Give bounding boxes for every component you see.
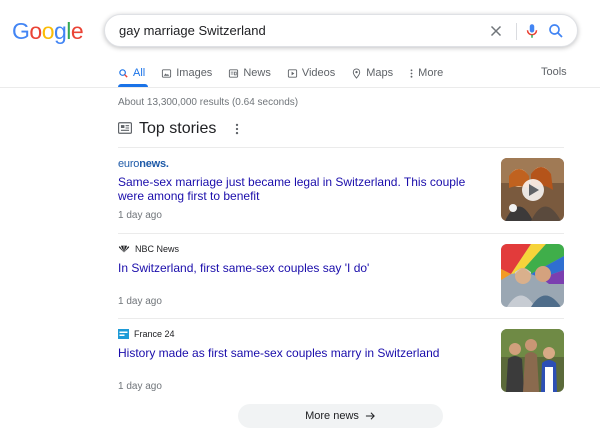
story-divider — [118, 147, 564, 148]
news-icon — [229, 68, 239, 78]
result-stats: About 13,300,000 results (0.64 seconds) — [118, 97, 299, 108]
microphone-icon[interactable] — [523, 22, 541, 40]
tab-label: Maps — [366, 67, 394, 79]
story-age: 1 day ago — [118, 296, 162, 307]
image-icon — [162, 68, 172, 78]
tab-label: News — [243, 67, 271, 79]
story-source: NBC News — [118, 244, 179, 254]
arrow-right-icon — [365, 412, 375, 420]
story-source: euronews. — [118, 158, 169, 170]
france24-icon — [118, 329, 129, 339]
tab-maps[interactable]: Maps — [351, 64, 393, 82]
search-icon[interactable] — [547, 22, 565, 40]
story-headline[interactable]: In Switzerland, first same-sex couples s… — [118, 261, 478, 275]
tools-button[interactable]: Tools — [541, 66, 567, 78]
video-icon — [287, 68, 297, 78]
nbc-peacock-icon — [118, 244, 130, 252]
news-story[interactable]: NBC News In Switzerland, first same-sex … — [118, 244, 564, 314]
clear-icon[interactable] — [487, 22, 505, 40]
logo-letter: g — [53, 18, 67, 44]
video-thumbnail-couple[interactable] — [501, 158, 564, 221]
tab-more[interactable]: More — [409, 64, 443, 82]
search-input[interactable]: gay marriage Switzerland — [119, 23, 266, 38]
story-age: 1 day ago — [118, 381, 162, 392]
story-source: France 24 — [118, 329, 175, 339]
logo-letter: o — [41, 18, 55, 44]
story-source-name: France 24 — [134, 329, 175, 339]
google-logo[interactable]: Google — [12, 18, 84, 45]
tab-news[interactable]: News — [228, 64, 271, 82]
more-options-icon[interactable] — [234, 122, 240, 136]
top-stories-title: Top stories — [139, 120, 217, 137]
story-source-name: NBC News — [135, 244, 180, 254]
story-divider — [118, 318, 564, 319]
tab-label: Videos — [301, 67, 336, 79]
story-divider — [118, 233, 564, 234]
search-divider — [516, 23, 517, 40]
tab-label: Images — [176, 67, 213, 79]
story-headline[interactable]: History made as first same-sex couples m… — [118, 346, 478, 360]
tab-all[interactable]: All — [118, 64, 145, 82]
tab-label: More — [418, 67, 444, 79]
newspaper-icon — [118, 122, 132, 134]
header-divider — [0, 87, 600, 88]
news-story[interactable]: euronews. Same-sex marriage just became … — [118, 158, 564, 228]
more-news-label: More news — [305, 410, 359, 422]
logo-letter: e — [70, 18, 84, 44]
logo-letter: G — [12, 18, 30, 44]
more-dots-icon — [410, 68, 413, 78]
photo-wedding-crowd[interactable] — [501, 329, 564, 392]
search-icon — [119, 68, 128, 78]
story-headline[interactable]: Same-sex marriage just became legal in S… — [118, 175, 478, 203]
logo-letter: o — [29, 18, 42, 44]
tab-label: All — [133, 67, 146, 79]
more-news-button[interactable]: More news — [238, 404, 443, 428]
map-pin-icon — [353, 67, 361, 79]
search-tabs: All Images News Videos Maps More — [118, 64, 459, 88]
euronews-logo: euronews. — [118, 158, 169, 170]
photo-couple-rainbow-flag[interactable] — [501, 244, 564, 307]
tab-images[interactable]: Images — [161, 64, 212, 82]
search-box[interactable]: gay marriage Switzerland — [104, 14, 578, 47]
tab-videos[interactable]: Videos — [287, 64, 335, 82]
news-story[interactable]: France 24 History made as first same-sex… — [118, 329, 564, 399]
story-age: 1 day ago — [118, 210, 162, 221]
